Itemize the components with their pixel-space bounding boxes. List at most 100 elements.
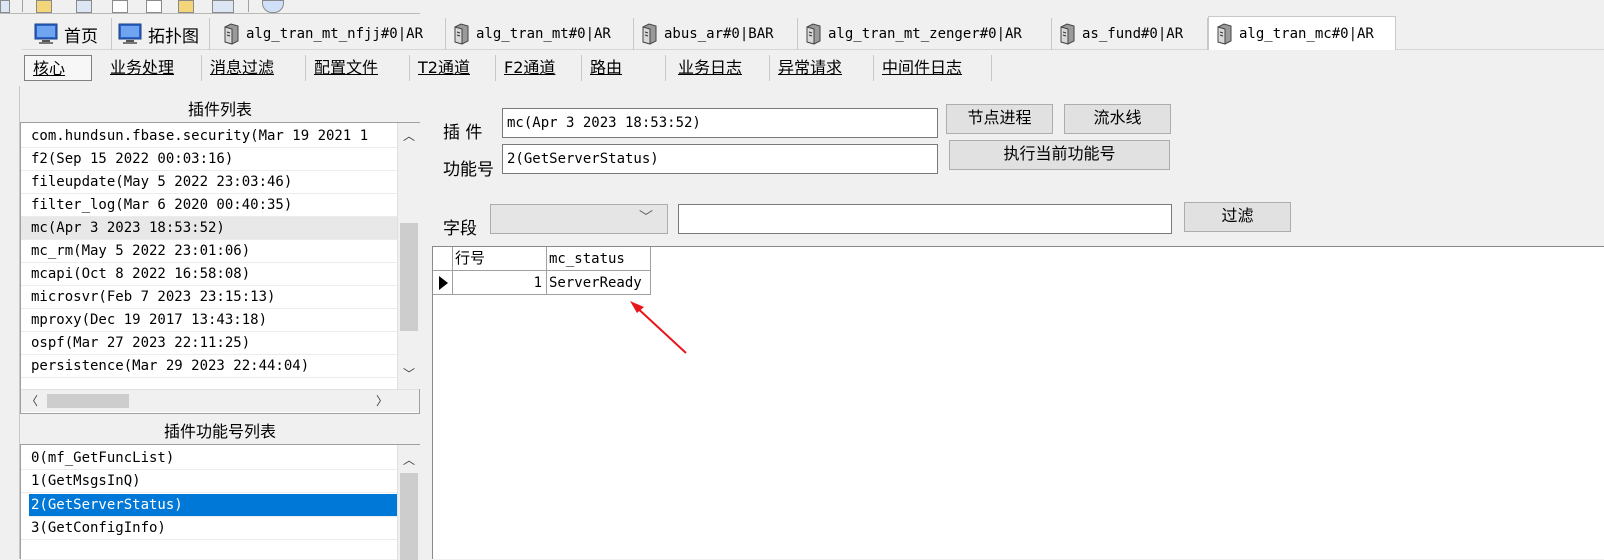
- plugin-list-hscrollbar[interactable]: 〈 〉: [21, 389, 419, 412]
- scroll-down-icon[interactable]: ﹀: [398, 363, 420, 385]
- annotation-arrow-icon: [630, 301, 687, 354]
- toolbar-separator: [248, 0, 249, 12]
- page-icon[interactable]: [146, 0, 162, 13]
- plugin-item-selected[interactable]: mc(Apr 3 2023 18:53:52): [21, 217, 397, 240]
- sub-nav: 核心 业务处理 消息过滤 配置文件 T2通道 F2通道 路由 业务日志 异常请求…: [22, 51, 1002, 83]
- tab-alg-tran-mt-nfjj[interactable]: alg_tran_mt_nfjj#0|AR: [216, 18, 446, 50]
- function-item[interactable]: [21, 540, 397, 560]
- monitor-icon: [118, 23, 142, 44]
- plugin-item[interactable]: mproxy(Dec 19 2017 13:43:18): [21, 309, 397, 332]
- tab-topology[interactable]: 拓扑图: [112, 18, 210, 50]
- tab-label: 拓扑图: [148, 26, 199, 47]
- function-list-vscrollbar[interactable]: ︿: [397, 445, 420, 560]
- subnav-exception-request[interactable]: 异常请求: [770, 55, 874, 81]
- grid-cell-mc-status[interactable]: ServerReady: [547, 271, 651, 295]
- plugin-item[interactable]: ospf(Mar 27 2023 22:11:25): [21, 332, 397, 355]
- current-row-arrow-icon: [439, 276, 448, 290]
- subnav-core[interactable]: 核心: [24, 55, 92, 81]
- server-icon: [806, 23, 821, 45]
- folder-icon[interactable]: [36, 0, 52, 13]
- tab-label: alg_tran_mt_nfjj#0|AR: [246, 26, 424, 42]
- tab-as-fund[interactable]: as_fund#0|AR: [1052, 18, 1208, 50]
- server-icon: [1060, 23, 1075, 45]
- node-process-button[interactable]: 节点进程: [946, 104, 1053, 134]
- plugin-item[interactable]: mc_rm(May 5 2022 23:01:06): [21, 240, 397, 263]
- grid-header-row-no[interactable]: 行号: [453, 247, 547, 271]
- tab-label: alg_tran_mc#0|AR: [1239, 25, 1374, 42]
- subnav-t2-channel[interactable]: T2通道: [410, 55, 496, 81]
- tab-alg-tran-mc[interactable]: alg_tran_mc#0|AR: [1208, 16, 1396, 50]
- plugin-item[interactable]: fileupdate(May 5 2022 23:03:46): [21, 171, 397, 194]
- tab-alg-tran-mt-zenger[interactable]: alg_tran_mt_zenger#0|AR: [798, 18, 1052, 50]
- plugin-item[interactable]: microsvr(Feb 7 2023 23:15:13): [21, 286, 397, 309]
- subnav-message-filter[interactable]: 消息过滤: [202, 55, 306, 81]
- plugin-list-title: 插件列表: [187, 100, 252, 119]
- scroll-thumb[interactable]: [47, 394, 129, 408]
- result-grid[interactable]: 行号 mc_status 1 ServerReady: [432, 246, 1604, 559]
- chevron-down-icon: ﹀: [639, 210, 653, 226]
- function-list-title: 插件功能号列表: [163, 422, 276, 441]
- subnav-config-file[interactable]: 配置文件: [306, 55, 410, 81]
- tab-label: alg_tran_mt#0|AR: [476, 26, 611, 42]
- plugin-list[interactable]: com.hundsun.fbase.security(Mar 19 2021 1…: [20, 122, 420, 414]
- tab-label: 首页: [64, 26, 98, 47]
- scroll-up-icon[interactable]: ︿: [398, 449, 420, 471]
- function-input[interactable]: 2(GetServerStatus): [502, 144, 938, 174]
- tab-alg-tran-mt[interactable]: alg_tran_mt#0|AR: [446, 18, 634, 50]
- grid-icon[interactable]: [76, 0, 92, 13]
- plugin-item[interactable]: f2(Sep 15 2022 00:03:16): [21, 148, 397, 171]
- notes-icon[interactable]: [178, 0, 194, 13]
- function-list[interactable]: 0(mf_GetFuncList) 1(GetMsgsInQ) 2(GetSer…: [20, 444, 420, 560]
- function-item[interactable]: 0(mf_GetFuncList): [21, 447, 397, 470]
- scroll-right-icon[interactable]: 〉: [371, 390, 393, 412]
- document-icon[interactable]: [112, 0, 128, 13]
- field-label: 字段: [443, 219, 477, 239]
- plugin-item[interactable]: [21, 378, 397, 389]
- menu-icon[interactable]: [0, 0, 10, 13]
- server-icon: [642, 23, 657, 45]
- scroll-up-icon[interactable]: ︿: [398, 125, 420, 147]
- field-select[interactable]: ﹀: [490, 204, 668, 234]
- grid-header-mc-status[interactable]: mc_status: [547, 247, 651, 271]
- plugin-list-vscrollbar[interactable]: ︿ ﹀: [397, 123, 420, 389]
- function-item[interactable]: 3(GetConfigInfo): [21, 517, 397, 540]
- execute-function-button[interactable]: 执行当前功能号: [949, 140, 1170, 170]
- tab-label: as_fund#0|AR: [1082, 26, 1184, 42]
- plugin-label: 插 件: [443, 123, 483, 143]
- server-icon: [224, 23, 239, 45]
- monitor-icon: [34, 23, 58, 44]
- plugin-item[interactable]: com.hundsun.fbase.security(Mar 19 2021 1: [21, 125, 397, 148]
- subnav-business[interactable]: 业务处理: [102, 55, 202, 81]
- pipeline-button[interactable]: 流水线: [1064, 104, 1171, 134]
- grid-corner: [433, 247, 453, 271]
- subnav-business-log[interactable]: 业务日志: [670, 55, 770, 81]
- row-indicator: [433, 271, 453, 295]
- help-icon[interactable]: [262, 0, 284, 13]
- scroll-left-icon[interactable]: 〈: [21, 390, 43, 412]
- tab-home[interactable]: 首页: [28, 18, 112, 50]
- filter-input[interactable]: [678, 204, 1172, 234]
- tab-label: alg_tran_mt_zenger#0|AR: [828, 26, 1022, 42]
- window-icon[interactable]: [212, 0, 234, 13]
- function-item[interactable]: 1(GetMsgsInQ): [21, 470, 397, 493]
- server-icon: [454, 23, 469, 45]
- plugin-item[interactable]: filter_log(Mar 6 2020 00:40:35): [21, 194, 397, 217]
- filter-button[interactable]: 过滤: [1184, 202, 1291, 232]
- scroll-thumb[interactable]: [400, 473, 418, 560]
- function-label: 功能号: [443, 160, 494, 180]
- grid-cell-row-no[interactable]: 1: [453, 271, 547, 295]
- server-icon: [1217, 22, 1232, 45]
- function-list-viewport: 0(mf_GetFuncList) 1(GetMsgsInQ) 2(GetSer…: [21, 445, 397, 560]
- plugin-item[interactable]: persistence(Mar 29 2023 22:44:04): [21, 355, 397, 378]
- plugin-item[interactable]: mcapi(Oct 8 2022 16:58:08): [21, 263, 397, 286]
- top-toolbar: [0, 0, 420, 14]
- plugin-input[interactable]: mc(Apr 3 2023 18:53:52): [502, 108, 938, 138]
- subnav-f2-channel[interactable]: F2通道: [496, 55, 582, 81]
- plugin-list-viewport: com.hundsun.fbase.security(Mar 19 2021 1…: [21, 123, 397, 389]
- subnav-middleware-log[interactable]: 中间件日志: [874, 55, 992, 81]
- function-item-selected[interactable]: 2(GetServerStatus): [29, 494, 397, 517]
- tab-abus-ar[interactable]: abus_ar#0|BAR: [634, 18, 798, 50]
- scroll-thumb[interactable]: [400, 223, 418, 331]
- subnav-route[interactable]: 路由: [582, 55, 666, 81]
- toolbar-separator: [22, 0, 23, 12]
